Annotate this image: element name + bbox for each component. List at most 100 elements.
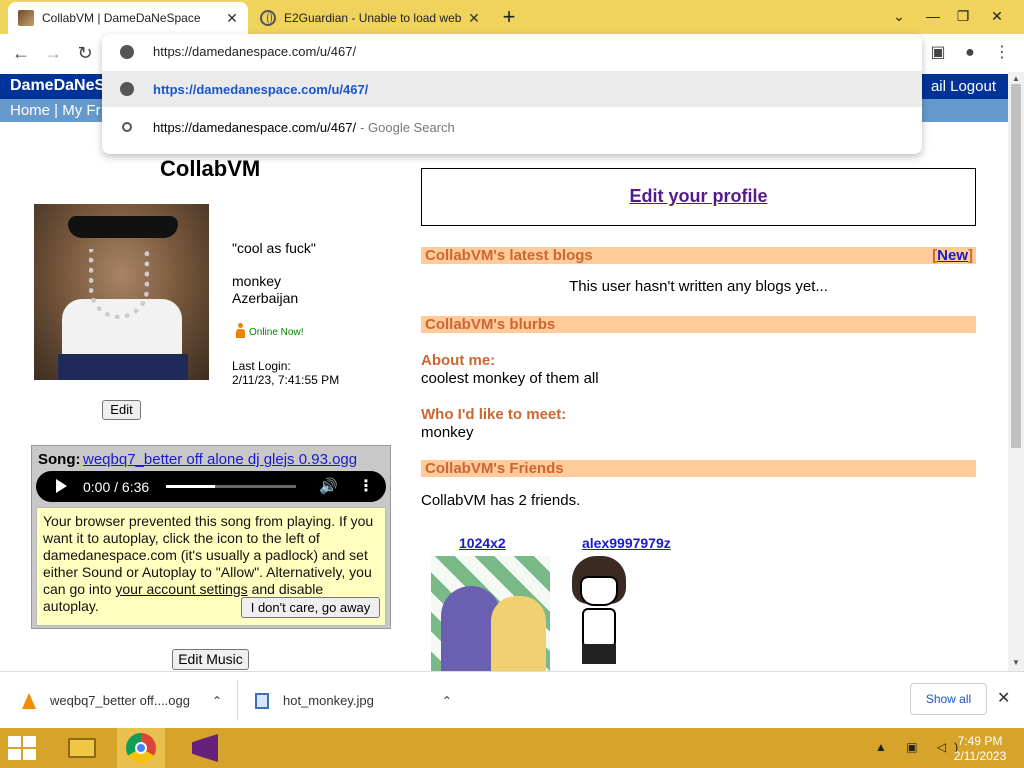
download-filename: hot_monkey.jpg bbox=[283, 693, 374, 708]
scroll-down-icon[interactable]: ▼ bbox=[1012, 658, 1020, 667]
new-blog-link[interactable]: New bbox=[937, 247, 968, 264]
friends-header: CollabVM's Friends bbox=[421, 460, 976, 477]
tab-search-icon[interactable]: ⌄ bbox=[882, 0, 916, 32]
blurbs-header: CollabVM's blurbs bbox=[421, 316, 976, 333]
tab-e2guardian[interactable]: E2Guardian - Unable to load web ✕ bbox=[250, 2, 490, 34]
last-login-label: Last Login: bbox=[232, 359, 291, 373]
start-button-windows-icon[interactable] bbox=[8, 736, 38, 760]
friend-avatar-1024x2[interactable] bbox=[431, 556, 550, 671]
address-input[interactable]: https://damedanespace.com/u/467/ bbox=[153, 44, 356, 59]
nav-links[interactable]: Home | My Fr bbox=[10, 102, 101, 119]
download-item-jpg[interactable]: hot_monkey.jpg ⌃ bbox=[255, 672, 452, 729]
suggestion-suffix: - Google Search bbox=[360, 119, 455, 135]
restore-button[interactable]: ❐ bbox=[946, 0, 980, 32]
friends-header-label: CollabVM's Friends bbox=[425, 460, 564, 477]
profile-country: Azerbaijan bbox=[232, 290, 299, 306]
download-item-ogg[interactable]: weqbq7_better off....ogg ⌃ bbox=[22, 672, 222, 729]
account-settings-link[interactable]: your account settings bbox=[115, 581, 247, 597]
profile-name: CollabVM bbox=[160, 156, 261, 181]
song-link[interactable]: weqbq7_better off alone dj glejs 0.93.og… bbox=[83, 451, 357, 468]
tab-close-icon[interactable]: ✕ bbox=[222, 10, 242, 27]
visual-studio-icon[interactable] bbox=[181, 728, 229, 768]
show-all-button[interactable]: Show all bbox=[910, 683, 987, 715]
site-info-icon[interactable] bbox=[120, 45, 134, 59]
edit-profile-link[interactable]: Edit your profile bbox=[422, 186, 975, 207]
omnibox-suggestion-url[interactable]: https://damedanespace.com/u/467/ bbox=[102, 71, 922, 107]
page-scrollbar[interactable]: ▲ ▼ bbox=[1008, 72, 1024, 671]
monkey-favicon-icon bbox=[18, 10, 34, 26]
chrome-icon[interactable] bbox=[117, 728, 165, 768]
friend-link-alex9997979z[interactable]: alex9997979z bbox=[582, 535, 671, 551]
download-separator bbox=[237, 680, 238, 721]
dismiss-warning-button[interactable]: I don't care, go away bbox=[241, 597, 380, 618]
chevron-up-icon[interactable]: ⌃ bbox=[212, 694, 222, 708]
clock-time: 7:49 PM bbox=[957, 734, 1003, 748]
last-login: Last Login: 2/11/23, 7:41:55 PM bbox=[232, 359, 339, 387]
omnibox-suggestion-search[interactable]: https://damedanespace.com/u/467/ - Googl… bbox=[102, 109, 922, 145]
new-blog-link-wrap: [New] bbox=[932, 247, 973, 264]
online-status: Online Now! bbox=[236, 323, 303, 338]
screen: CollabVM | DameDaNeSpace ✕ E2Guardian - … bbox=[0, 0, 1024, 768]
meet-label: Who I'd like to meet: bbox=[421, 406, 567, 423]
tab-title: E2Guardian - Unable to load web bbox=[284, 11, 462, 25]
profile-avatar-icon[interactable]: ● bbox=[957, 40, 983, 66]
volume-icon[interactable]: 🔊 bbox=[319, 477, 338, 495]
close-download-bar-icon[interactable]: ✕ bbox=[997, 688, 1010, 708]
suggestion-text: https://damedanespace.com/u/467/ bbox=[153, 119, 357, 135]
online-text: Online Now! bbox=[249, 327, 304, 338]
new-tab-button[interactable]: + bbox=[498, 6, 520, 28]
about-me-text: coolest monkey of them all bbox=[421, 370, 599, 387]
profile-avatar-photo bbox=[34, 204, 209, 380]
minimize-button[interactable]: — bbox=[916, 0, 950, 32]
audio-seek-slider[interactable] bbox=[166, 485, 296, 488]
clock-date: 2/11/2023 bbox=[953, 749, 1007, 763]
blurbs-header-label: CollabVM's blurbs bbox=[425, 316, 556, 333]
windows-taskbar: ▲ ▣ ◁) 7:49 PM 2/11/2023 bbox=[0, 728, 1024, 768]
back-button[interactable]: ← bbox=[8, 40, 34, 66]
globe-icon bbox=[120, 82, 134, 96]
sidebar-toggle-icon[interactable]: ▣ bbox=[925, 40, 951, 66]
address-bar[interactable]: https://damedanespace.com/u/467/ bbox=[102, 34, 922, 70]
close-window-button[interactable]: ✕ bbox=[980, 0, 1014, 32]
blogs-header-label: CollabVM's latest blogs bbox=[425, 247, 593, 264]
menu-kebab-icon[interactable]: ⋮ bbox=[989, 40, 1015, 66]
scrollbar-thumb[interactable] bbox=[1011, 84, 1021, 448]
file-explorer-icon[interactable] bbox=[58, 728, 106, 768]
vlc-cone-icon bbox=[22, 692, 36, 709]
last-login-value: 2/11/23, 7:41:55 PM bbox=[232, 373, 340, 387]
header-links[interactable]: ail Logout bbox=[931, 78, 996, 95]
download-filename: weqbq7_better off....ogg bbox=[50, 693, 190, 708]
tab-strip: CollabVM | DameDaNeSpace ✕ E2Guardian - … bbox=[0, 0, 1024, 34]
chevron-up-icon[interactable]: ⌃ bbox=[442, 694, 452, 708]
edit-button[interactable]: Edit bbox=[102, 400, 141, 420]
more-options-icon[interactable]: ⋮ bbox=[358, 476, 374, 496]
web-page: DameDaNeSp ail Logout Home | My Fr Colla… bbox=[0, 72, 1008, 671]
friends-count: CollabVM has 2 friends. bbox=[421, 492, 581, 509]
suggestion-text: https://damedanespace.com/u/467/ bbox=[153, 81, 369, 97]
profile-gender: monkey bbox=[232, 273, 282, 289]
omnibox-dropdown: https://damedanespace.com/u/467/ https:/… bbox=[102, 34, 922, 154]
tab-close-icon[interactable]: ✕ bbox=[464, 10, 484, 27]
download-bar: weqbq7_better off....ogg ⌃ hot_monkey.jp… bbox=[0, 671, 1024, 728]
blogs-header: CollabVM's latest blogs [New] bbox=[421, 247, 976, 264]
edit-music-button[interactable]: Edit Music bbox=[172, 649, 249, 670]
forward-button[interactable]: → bbox=[40, 40, 66, 66]
friend-link-1024x2[interactable]: 1024x2 bbox=[459, 535, 506, 551]
edit-profile-box: Edit your profile bbox=[421, 168, 976, 226]
tab-title: CollabVM | DameDaNeSpace bbox=[42, 11, 201, 25]
no-blogs-text: This user hasn't written any blogs yet..… bbox=[569, 278, 828, 295]
reload-button[interactable]: ↻ bbox=[72, 40, 98, 66]
taskbar-clock[interactable]: 7:49 PM 2/11/2023 bbox=[948, 734, 1012, 764]
site-logo[interactable]: DameDaNeSp bbox=[10, 77, 115, 95]
globe-favicon-icon bbox=[260, 10, 276, 26]
image-file-icon bbox=[255, 692, 269, 709]
online-person-icon bbox=[236, 323, 245, 338]
audio-time: 0:00 / 6:36 bbox=[83, 479, 150, 495]
friend-avatar-alex9997979z[interactable] bbox=[568, 556, 630, 671]
tab-collabvm[interactable]: CollabVM | DameDaNeSpace ✕ bbox=[8, 2, 248, 34]
scroll-up-icon[interactable]: ▲ bbox=[1012, 74, 1020, 83]
profile-quote: "cool as fuck" bbox=[232, 240, 316, 256]
audio-player: 0:00 / 6:36 🔊 ⋮ bbox=[36, 471, 386, 502]
song-label: Song: bbox=[38, 451, 81, 468]
play-icon[interactable] bbox=[56, 479, 67, 493]
